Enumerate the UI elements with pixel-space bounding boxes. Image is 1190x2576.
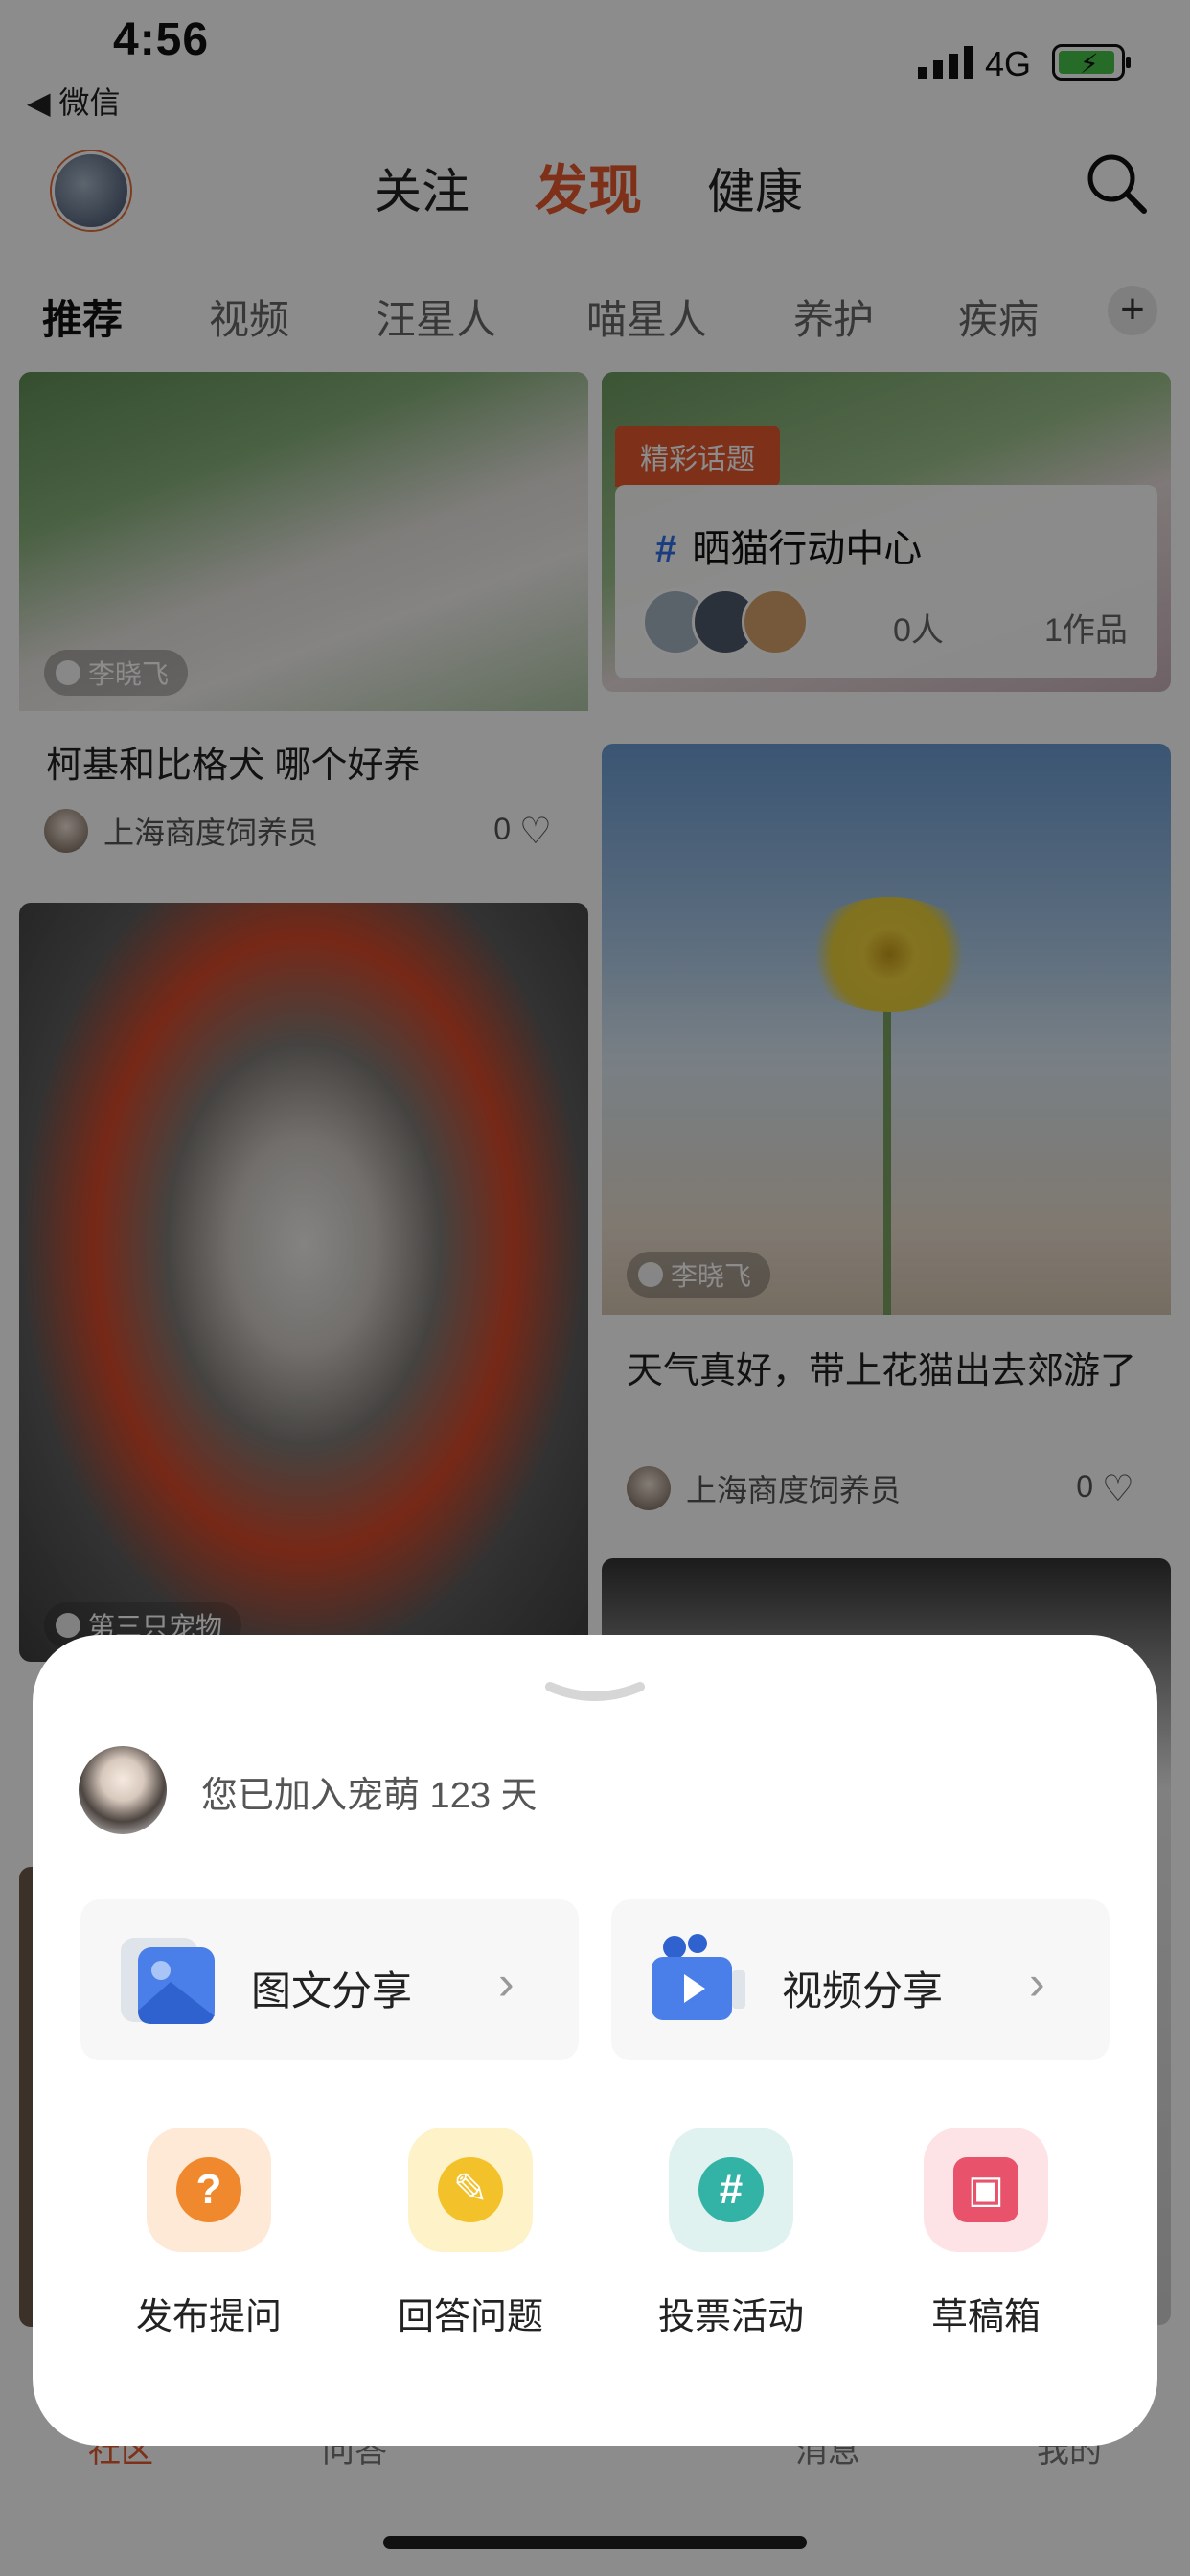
collapse-handle-icon[interactable] [544, 1679, 646, 1710]
question-icon: ? [176, 2157, 241, 2222]
draft-icon: ▣ [953, 2157, 1018, 2222]
sheet-avatar [79, 1746, 167, 1834]
hash-icon: # [698, 2157, 764, 2222]
joined-days-text: 您已加入宠萌 123 天 [201, 1776, 538, 1816]
drafts-button[interactable]: ▣ [924, 2128, 1048, 2252]
vote-activity-button[interactable]: # [669, 2128, 793, 2252]
chevron-right-icon: › [1029, 1956, 1045, 2010]
answer-question-button[interactable]: ✎ [408, 2128, 533, 2252]
ask-question-button[interactable]: ? [147, 2128, 271, 2252]
home-indicator[interactable] [383, 2536, 807, 2549]
chevron-right-icon: › [498, 1956, 515, 2010]
image-share-label: 图文分享 [251, 1968, 413, 2013]
image-icon [121, 1938, 215, 2024]
vote-activity-label[interactable]: 投票活动 [616, 2287, 846, 2339]
video-share-label: 视频分享 [782, 1968, 944, 2013]
answer-question-label[interactable]: 回答问题 [355, 2287, 585, 2339]
ask-question-label[interactable]: 发布提问 [94, 2287, 324, 2339]
drafts-label[interactable]: 草稿箱 [871, 2287, 1101, 2339]
video-icon [652, 1934, 745, 2020]
pen-icon: ✎ [438, 2157, 503, 2222]
